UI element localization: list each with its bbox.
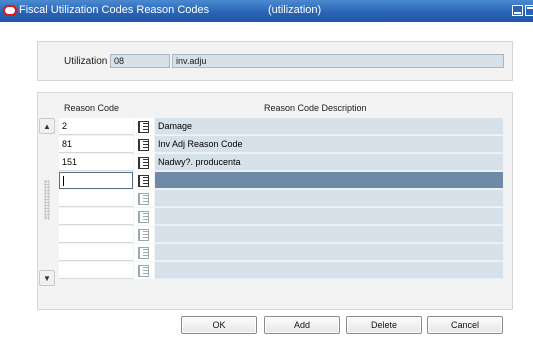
arrow-up-icon: ▲ [43,121,51,131]
lov-button[interactable] [134,208,154,225]
list-of-values-icon [138,246,150,259]
reason-code-cell[interactable] [59,262,133,279]
table-row[interactable] [59,190,503,208]
arrow-down-icon: ▼ [43,273,51,283]
reason-description-cell[interactable] [155,208,503,225]
utilization-description-field[interactable]: inv.adju [172,54,504,68]
lov-button[interactable] [134,244,154,261]
minimize-button[interactable] [512,5,523,16]
reason-code-cell[interactable]: 2 [59,118,133,135]
reason-code-cell[interactable]: 81 [59,136,133,153]
list-of-values-icon [138,264,150,277]
column-header-reason-code-description: Reason Code Description [264,103,367,113]
reason-code-cell-active[interactable] [59,172,133,189]
list-of-values-icon [138,192,150,205]
lov-button[interactable] [134,172,154,189]
utilization-label: Utilization [64,56,108,67]
list-of-values-icon [138,210,150,223]
reason-description-cell[interactable] [155,172,503,189]
scroll-down-button[interactable]: ▼ [39,270,55,286]
list-of-values-icon [138,228,150,241]
lov-button[interactable] [134,262,154,279]
utilization-panel: Utilization 08 inv.adju [37,41,513,81]
vertical-scrollbar[interactable]: ▲ ▼ [39,118,55,286]
list-of-values-icon [138,156,150,169]
table-row[interactable] [59,226,503,244]
column-header-reason-code: Reason Code [64,103,120,113]
delete-button[interactable]: Delete [346,316,422,334]
title-bar: Fiscal Utilization Codes Reason Codes (u… [0,0,533,22]
reason-codes-panel: Reason Code Reason Code Description ▲ ▼ … [37,92,513,310]
reason-description-cell[interactable] [155,190,503,207]
table-row-selected[interactable] [59,172,503,190]
reason-code-cell[interactable] [59,226,133,243]
reason-description-cell[interactable]: Damage [155,118,503,135]
reason-code-cell[interactable] [59,208,133,225]
list-of-values-icon [138,174,150,187]
reason-code-grid: 2 Damage 81 Inv Adj Reason Code 151 Nadw… [59,118,503,280]
table-row[interactable] [59,244,503,262]
window-title: Fiscal Utilization Codes Reason Codes [19,4,210,16]
table-row[interactable]: 2 Damage [59,118,503,136]
window-subtitle: (utilization) [268,4,322,16]
reason-description-cell[interactable] [155,244,503,261]
table-row[interactable]: 151 Nadwy?. producenta [59,154,503,172]
cancel-button[interactable]: Cancel [427,316,503,334]
list-of-values-icon [138,120,150,133]
lov-button[interactable] [134,226,154,243]
reason-description-cell[interactable]: Inv Adj Reason Code [155,136,503,153]
utilization-code-field[interactable]: 08 [110,54,170,68]
list-of-values-icon [138,138,150,151]
lov-button[interactable] [134,154,154,171]
ok-button[interactable]: OK [181,316,257,334]
table-row[interactable]: 81 Inv Adj Reason Code [59,136,503,154]
scroll-up-button[interactable]: ▲ [39,118,55,134]
table-row[interactable] [59,208,503,226]
lov-button[interactable] [134,190,154,207]
oracle-icon [3,5,17,16]
reason-code-cell[interactable] [59,190,133,207]
dialog-body: Utilization 08 inv.adju Reason Code Reas… [0,22,533,362]
lov-button[interactable] [134,136,154,153]
table-row[interactable] [59,262,503,280]
text-cursor [63,176,64,186]
reason-description-cell[interactable] [155,262,503,279]
scroll-grip[interactable] [44,180,50,220]
reason-description-cell[interactable] [155,226,503,243]
maximize-button[interactable] [525,5,533,16]
reason-description-cell[interactable]: Nadwy?. producenta [155,154,503,171]
add-button[interactable]: Add [264,316,340,334]
lov-button[interactable] [134,118,154,135]
reason-code-cell[interactable] [59,244,133,261]
reason-code-cell[interactable]: 151 [59,154,133,171]
